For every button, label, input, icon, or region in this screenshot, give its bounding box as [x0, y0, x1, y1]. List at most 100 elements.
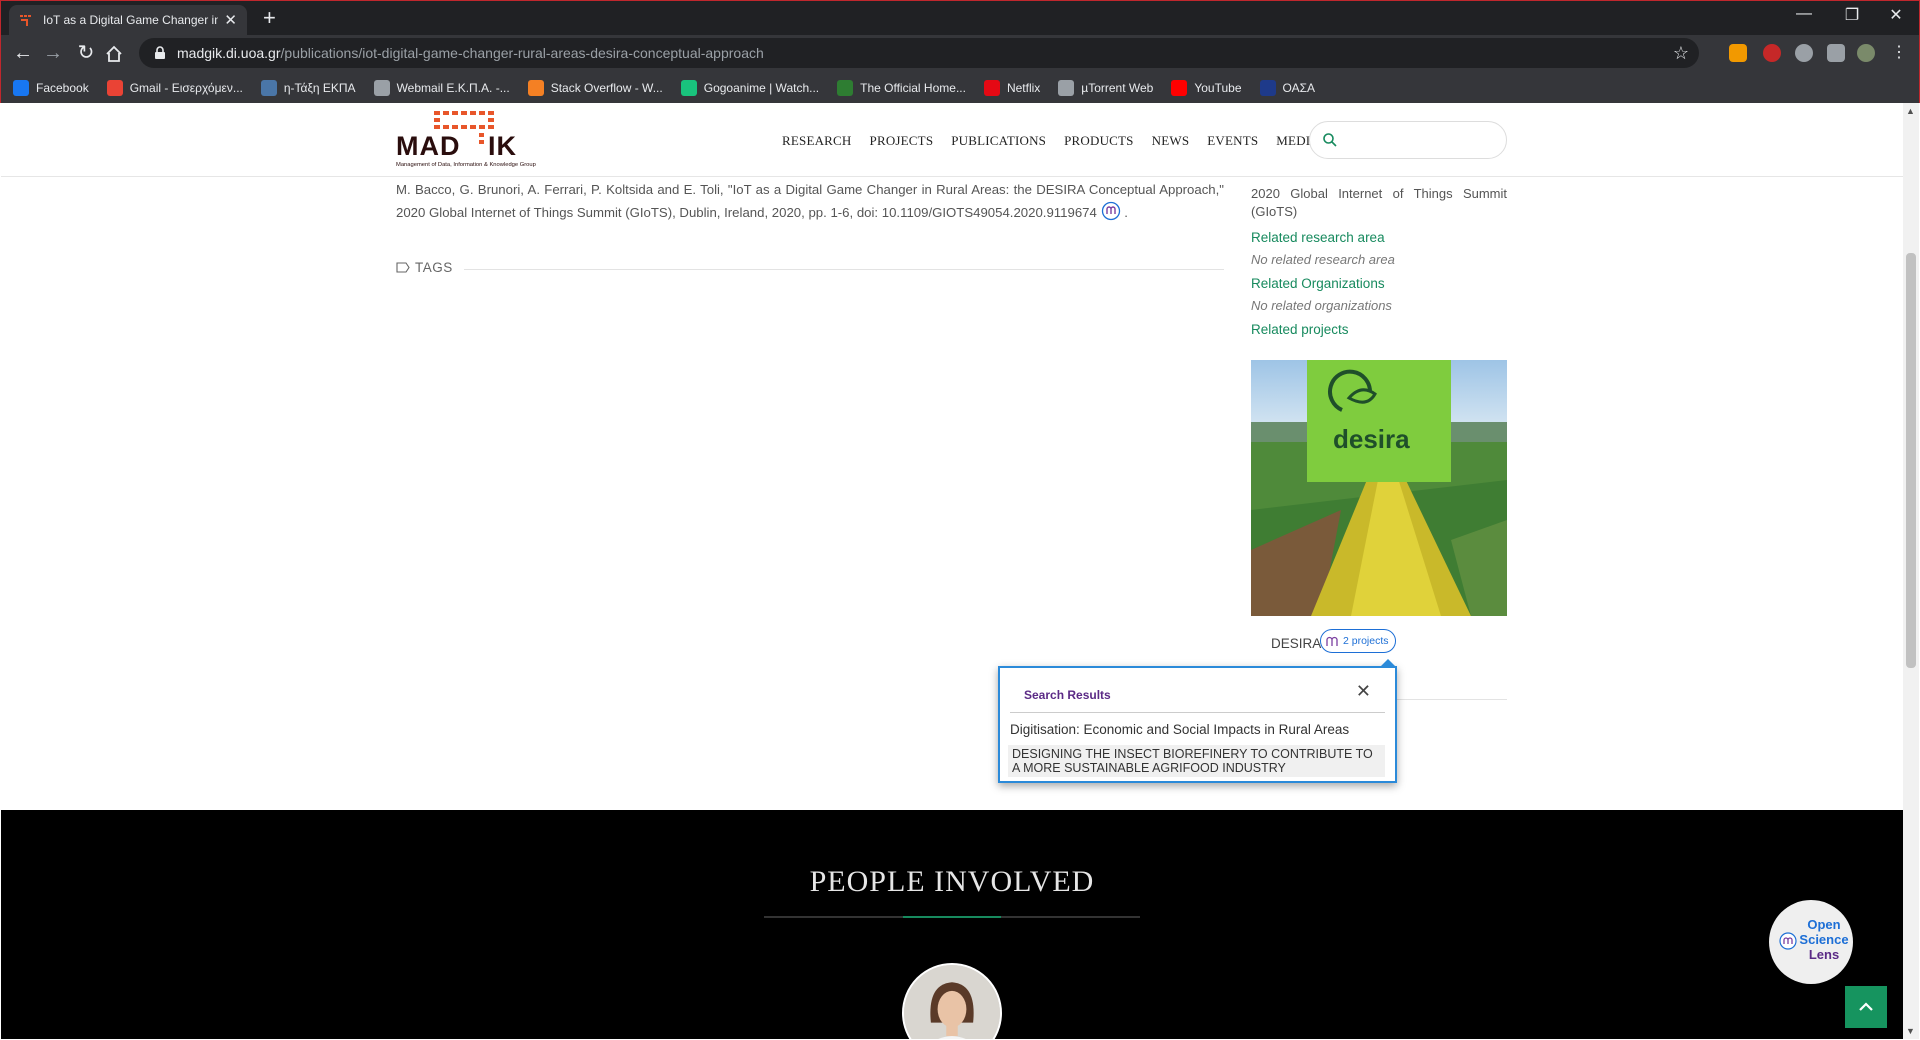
osl-label-line1: Open [1807, 917, 1841, 932]
bookmark-item[interactable]: YouTube [1171, 79, 1242, 96]
nav-item-research[interactable]: RESEARCH [782, 133, 852, 149]
url-path: /publications/iot-digital-game-changer-r… [280, 45, 764, 61]
bookmark-label: The Official Home... [860, 80, 966, 95]
sidebar-divider [1395, 699, 1507, 700]
bookmark-item[interactable]: Netflix [983, 79, 1040, 96]
open-science-lens-widget[interactable]: Open Science Lens [1769, 900, 1853, 984]
popup-close-icon[interactable]: ✕ [1356, 681, 1371, 702]
search-results-popup: Search Results ✕ Digitisation: Economic … [998, 659, 1397, 783]
rss-extension-icon[interactable] [1729, 44, 1747, 62]
person-avatar[interactable] [902, 963, 1002, 1039]
bookmark-favicon-icon [373, 79, 390, 96]
bookmark-favicon-icon [106, 79, 123, 96]
bookmark-label: Gmail - Εισερχόμεν... [129, 80, 243, 95]
desira-project-image[interactable]: desira [1251, 360, 1507, 616]
back-to-top-button[interactable] [1845, 986, 1887, 1028]
osl-label-line3: Lens [1808, 947, 1840, 962]
projects-badge[interactable]: 2 projects [1320, 629, 1396, 653]
popup-caret [1380, 659, 1396, 667]
tab-title: IoT as a Digital Game Changer in [43, 13, 219, 27]
openaire-badge-icon[interactable] [1101, 201, 1121, 221]
adblock-extension-icon[interactable] [1763, 44, 1781, 62]
bookmark-favicon-icon [13, 79, 29, 96]
new-tab-button[interactable]: + [263, 7, 276, 29]
venue-text: 2020 Global Internet of Things Summit (G… [1251, 186, 1507, 219]
extensions-puzzle-icon[interactable] [1827, 44, 1845, 62]
search-result-item[interactable]: DESIGNING THE INSECT BIOREFINERY TO CONT… [1008, 745, 1385, 777]
chevron-up-icon [1859, 1002, 1873, 1011]
tag-icon [396, 262, 410, 273]
bookmark-favicon-icon [983, 79, 1000, 96]
related-orgs-value: No related organizations [1251, 298, 1392, 313]
page-scrollbar[interactable]: ▲ ▼ [1903, 103, 1919, 1039]
bookmark-item[interactable]: Gogoanime | Watch... [680, 79, 820, 96]
profile-avatar-icon[interactable] [1857, 44, 1875, 62]
url-host: madgik.di.uoa.gr [177, 45, 281, 61]
nav-item-news[interactable]: NEWS [1152, 133, 1190, 149]
home-icon[interactable] [105, 45, 123, 63]
search-icon [1323, 133, 1337, 147]
scroll-down-arrow[interactable]: ▼ [1906, 1026, 1915, 1036]
forward-icon[interactable]: → [41, 41, 65, 65]
bookmark-favicon-icon [837, 79, 854, 96]
bookmark-label: Stack Overflow - W... [550, 80, 663, 95]
bookmark-item[interactable]: µTorrent Web [1058, 79, 1154, 96]
site-search[interactable] [1309, 121, 1507, 159]
tab-close-icon[interactable]: ✕ [224, 11, 237, 29]
bookmark-item[interactable]: η-Τάξη ΕΚΠΑ [260, 79, 356, 96]
web-page: MAD IK Management of Data, Information &… [1, 103, 1903, 1039]
projects-badge-count: 2 projects [1343, 635, 1389, 647]
nav-item-products[interactable]: PRODUCTS [1064, 133, 1134, 149]
bookmark-label: Facebook [36, 80, 89, 95]
minimize-button[interactable]: — [1781, 5, 1827, 23]
vpn-extension-icon[interactable] [1795, 44, 1813, 62]
desira-logo-text: desira [1333, 424, 1410, 454]
bookmark-item[interactable]: Gmail - Εισερχόμεν... [106, 79, 243, 96]
restore-button[interactable]: ❐ [1829, 5, 1875, 25]
popup-title: Search Results [1024, 688, 1111, 702]
madgik-logo[interactable]: MAD IK Management of Data, Information &… [396, 109, 561, 171]
osl-label: Open Science Lens [1795, 917, 1853, 962]
search-result-item[interactable]: Digitisation: Economic and Social Impact… [1010, 722, 1349, 737]
bookmark-item[interactable]: ΟΑΣΑ [1259, 79, 1315, 96]
bookmark-label: Webmail Ε.Κ.Π.Α. -... [396, 80, 510, 95]
related-projects-heading: Related projects [1251, 322, 1349, 337]
osl-label-line2: Science [1799, 932, 1849, 947]
lock-icon [155, 46, 165, 59]
related-project-name[interactable]: DESIRA [1271, 636, 1321, 651]
bookmark-favicon-icon [1259, 79, 1276, 96]
bookmark-label: Gogoanime | Watch... [703, 80, 820, 95]
bookmark-star-icon[interactable]: ☆ [1673, 43, 1689, 64]
tab-strip: IoT as a Digital Game Changer in ✕ + — ❐… [1, 1, 1919, 35]
search-input[interactable] [1344, 130, 1494, 152]
browser-menu-icon[interactable]: ⋮ [1887, 41, 1911, 65]
browser-tab-active[interactable]: IoT as a Digital Game Changer in ✕ [9, 5, 247, 35]
site-header: MAD IK Management of Data, Information &… [1, 103, 1903, 177]
scrollbar-thumb[interactable] [1906, 253, 1916, 668]
reload-icon[interactable]: ↻ [74, 41, 98, 65]
related-research-heading: Related research area [1251, 230, 1385, 245]
bookmark-item[interactable]: The Official Home... [837, 79, 966, 96]
related-orgs-heading: Related Organizations [1251, 276, 1385, 291]
tags-label: TAGS [415, 260, 453, 275]
window-close-button[interactable]: ✕ [1873, 5, 1919, 25]
people-involved-section: PEOPLE INVOLVED [1, 810, 1903, 1039]
bookmark-item[interactable]: Webmail Ε.Κ.Π.Α. -... [373, 79, 510, 96]
popup-divider [1010, 712, 1385, 713]
scroll-up-arrow[interactable]: ▲ [1906, 106, 1915, 116]
nav-item-projects[interactable]: PROJECTS [870, 133, 934, 149]
tags-divider [464, 269, 1224, 270]
bookmark-label: YouTube [1194, 80, 1242, 95]
bookmark-item[interactable]: Stack Overflow - W... [527, 79, 663, 96]
bookmark-item[interactable]: Facebook [13, 79, 89, 96]
back-icon[interactable]: ← [11, 41, 35, 65]
nav-item-events[interactable]: EVENTS [1207, 133, 1258, 149]
nav-item-publications[interactable]: PUBLICATIONS [951, 133, 1046, 149]
bookmark-label: µTorrent Web [1081, 80, 1154, 95]
address-bar[interactable]: madgik.di.uoa.gr /publications/iot-digit… [139, 38, 1699, 68]
bookmark-favicon-icon [527, 79, 544, 96]
bookmark-favicon-icon [1171, 79, 1188, 96]
citation-text: M. Bacco, G. Brunori, A. Ferrari, P. Kol… [396, 179, 1224, 224]
site-favicon-icon [20, 15, 31, 26]
openaire-projects-icon [1326, 636, 1338, 646]
